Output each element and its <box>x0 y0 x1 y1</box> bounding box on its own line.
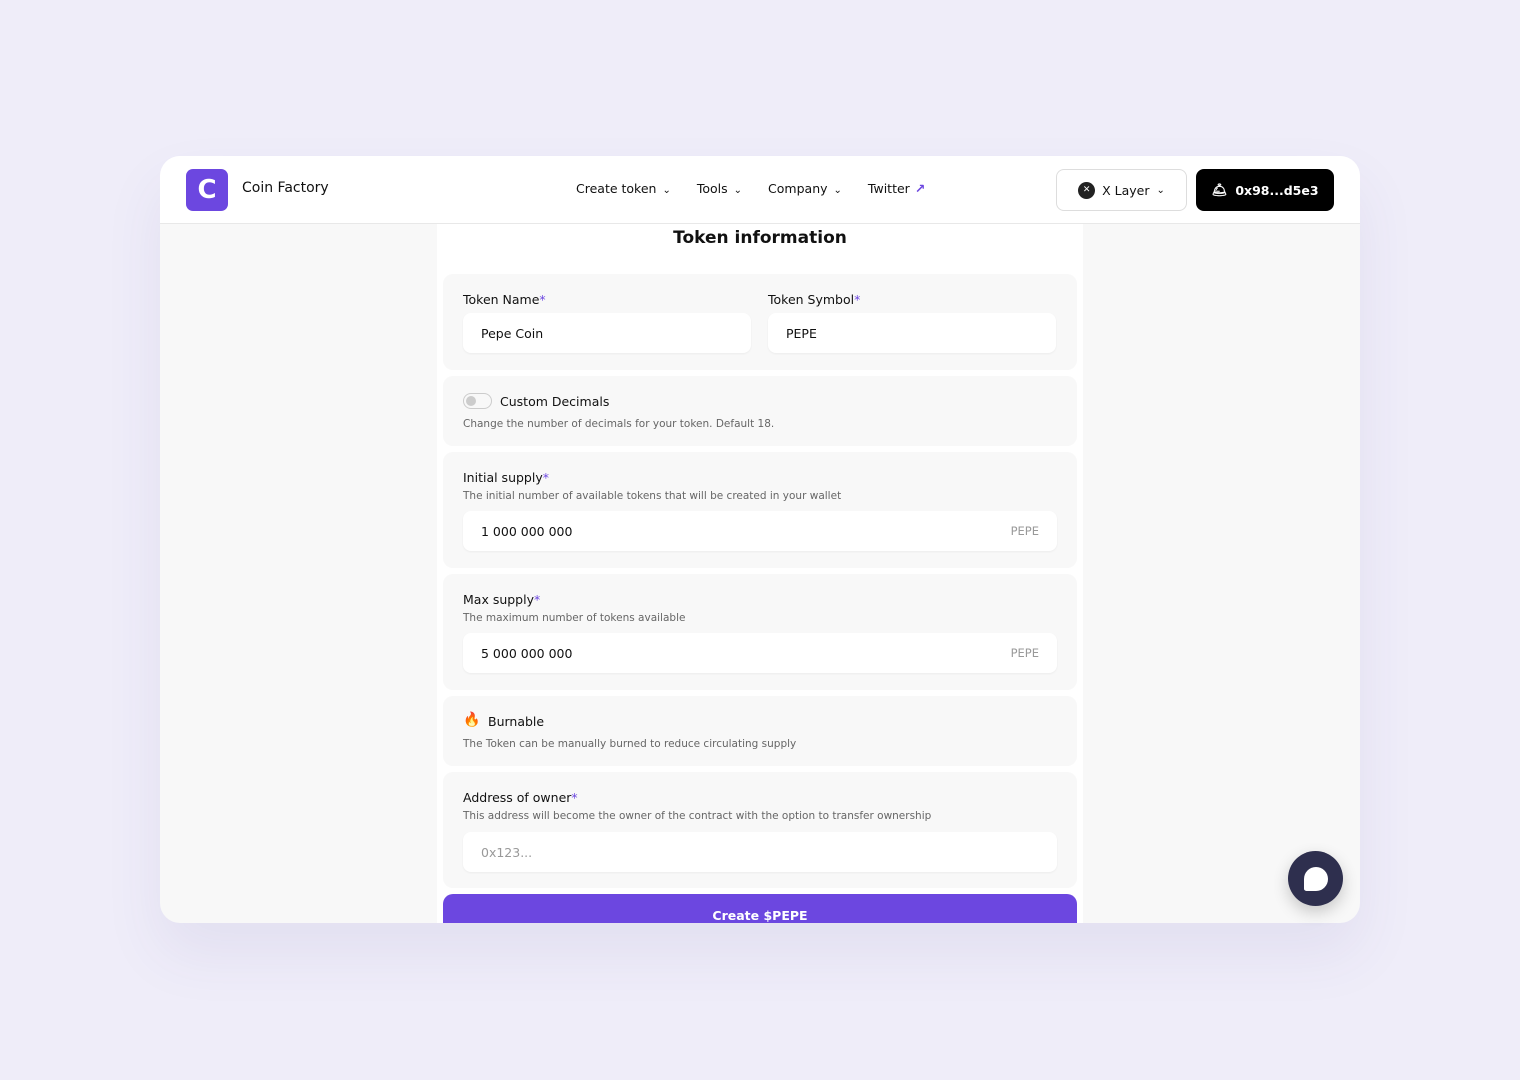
initial-supply-input[interactable]: 1 000 000 000 PEPE <box>463 511 1057 551</box>
nav-label: Company <box>768 181 828 196</box>
initial-supply-description: The initial number of available tokens t… <box>463 490 842 502</box>
token-symbol-input[interactable]: PEPE <box>768 313 1056 353</box>
nav-create-token[interactable]: Create token ⌄ <box>576 181 671 196</box>
nav-label: Tools <box>696 181 728 196</box>
max-supply-description: The maximum number of tokens available <box>463 612 686 624</box>
max-supply-input[interactable]: 5 000 000 000 PEPE <box>463 633 1057 673</box>
brand-name[interactable]: Coin Factory <box>242 180 329 196</box>
supply-suffix: PEPE <box>1010 524 1039 538</box>
main-nav: Create token ⌄ Tools ⌄ Company ⌄ Twitter ↗ <box>576 181 925 196</box>
header: C Coin Factory Create token ⌄ Tools ⌄ Comp… <box>160 156 1360 224</box>
nav-label: Twitter <box>867 181 910 196</box>
chat-button[interactable] <box>1288 851 1343 906</box>
network-label: X Layer <box>1102 182 1150 198</box>
wallet-icon: 🛎 <box>1211 182 1228 197</box>
owner-address-input[interactable]: 0x123... <box>463 832 1057 872</box>
initial-supply-section: Initial supply* The initial number of av… <box>443 452 1077 568</box>
name-symbol-section: Token Name* Pepe Coin Token Symbol* PEPE <box>443 274 1077 370</box>
token-symbol-label: Token Symbol* <box>768 292 861 307</box>
form-title: Token information <box>673 228 847 248</box>
logo[interactable]: C <box>186 169 228 211</box>
burnable-section: 🔥 Burnable The Token can be manually bur… <box>443 696 1077 766</box>
burnable-label: Burnable <box>488 714 545 729</box>
nav-twitter[interactable]: Twitter ↗ <box>868 181 925 196</box>
max-supply-label: Max supply* <box>463 592 541 607</box>
max-supply-section: Max supply* The maximum number of tokens… <box>443 574 1077 690</box>
wallet-address: 0x98...d5e3 <box>1235 182 1319 198</box>
decimals-label: Custom Decimals <box>500 394 610 409</box>
owner-label: Address of owner* <box>463 790 578 805</box>
app-window: C Coin Factory Create token ⌄ Tools ⌄ Comp… <box>160 156 1360 923</box>
external-link-icon: ↗ <box>914 181 926 196</box>
wallet-button[interactable]: 🛎 0x98...d5e3 <box>1196 169 1334 211</box>
chevron-down-icon: ⌄ <box>733 185 743 196</box>
owner-description: This address will become the owner of th… <box>463 810 932 822</box>
x-layer-icon: ✕ <box>1078 181 1096 199</box>
custom-decimals-toggle[interactable] <box>463 393 492 409</box>
supply-suffix: PEPE <box>1010 646 1039 660</box>
owner-section: Address of owner* This address will beco… <box>443 772 1077 888</box>
burnable-description: The Token can be manually burned to redu… <box>463 738 797 750</box>
token-name-input[interactable]: Pepe Coin <box>463 313 751 353</box>
nav-label: Create token <box>576 181 657 196</box>
flame-icon: 🔥 <box>463 712 481 728</box>
decimals-description: Change the number of decimals for your t… <box>463 418 775 430</box>
nav-company[interactable]: Company ⌄ <box>768 181 842 196</box>
create-token-button[interactable]: Create $PEPE <box>443 894 1077 923</box>
token-name-label: Token Name* <box>463 292 546 307</box>
chevron-down-icon: ⌄ <box>833 185 842 196</box>
chevron-down-icon: ⌄ <box>1156 184 1165 196</box>
initial-supply-label: Initial supply* <box>463 470 549 485</box>
nav-tools[interactable]: Tools ⌄ <box>697 181 742 196</box>
network-selector[interactable]: ✕ X Layer ⌄ <box>1056 169 1187 211</box>
token-form: Token information Token Name* Pepe Coin … <box>437 224 1083 923</box>
chevron-down-icon: ⌄ <box>662 185 671 196</box>
chat-bubble-icon <box>1303 866 1328 891</box>
decimals-section: Custom Decimals Change the number of dec… <box>443 376 1077 446</box>
